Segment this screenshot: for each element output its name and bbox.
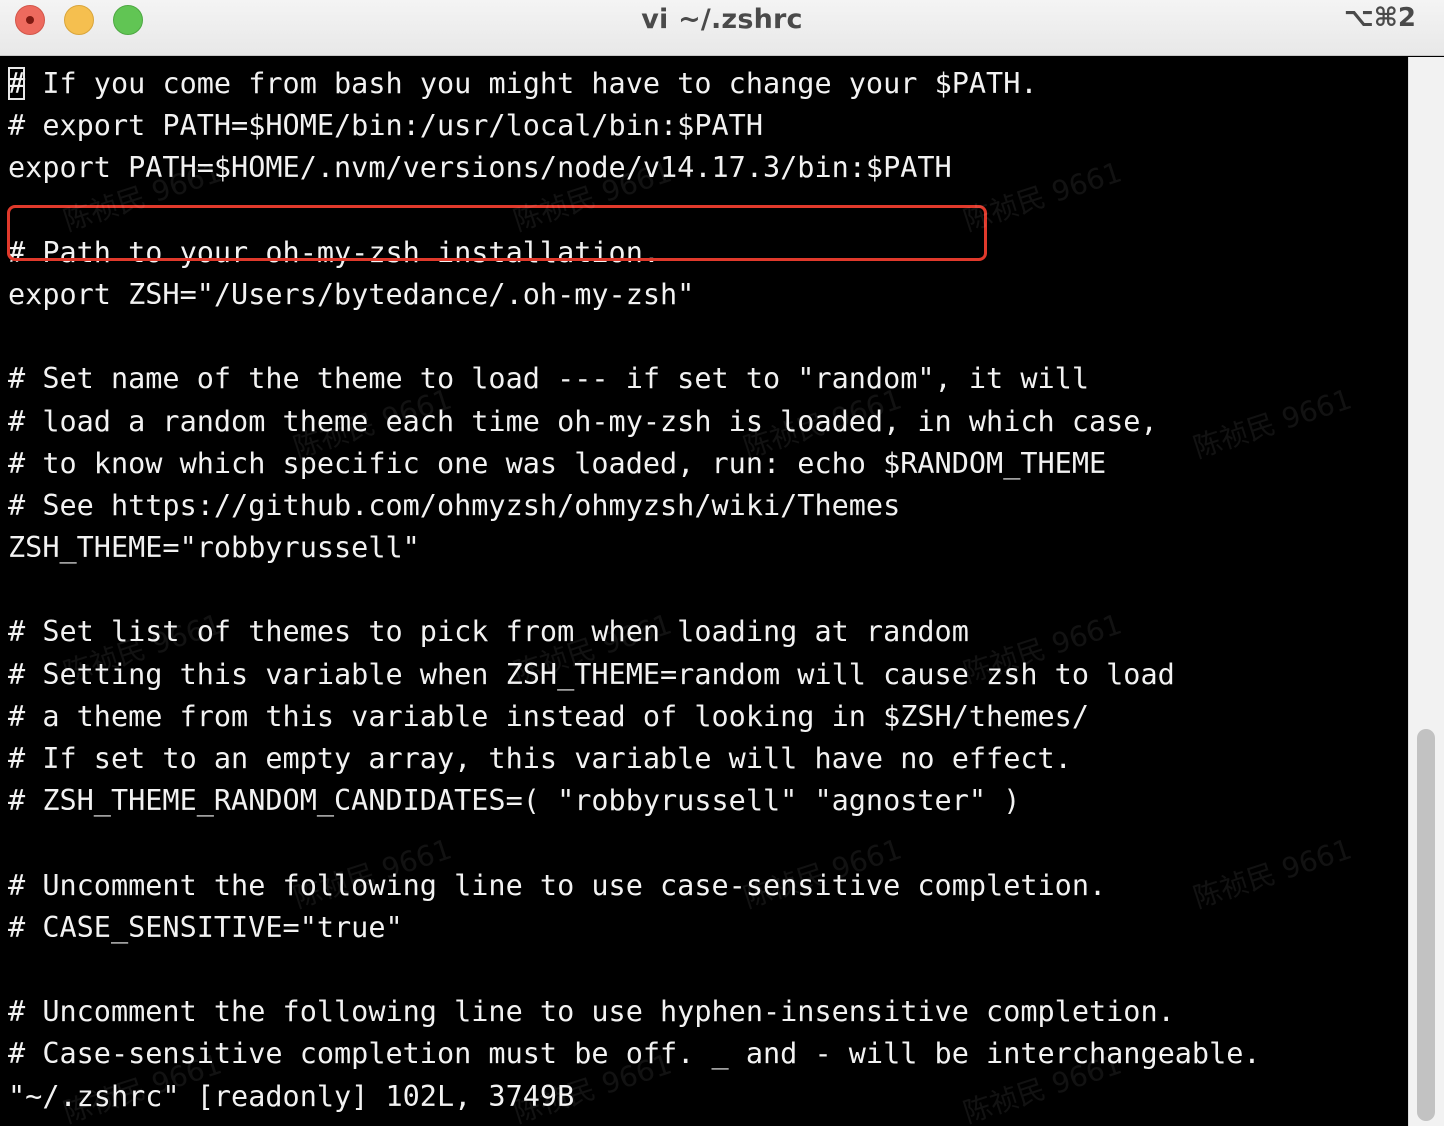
window-title: vi ~/.zshrc bbox=[641, 4, 803, 35]
terminal-window: vi ~/.zshrc ⌥⌘2 # If you come from bash … bbox=[0, 0, 1444, 1126]
editor-line[interactable] bbox=[8, 822, 1261, 864]
editor-buffer[interactable]: # If you come from bash you might have t… bbox=[8, 63, 1261, 1118]
editor-line[interactable]: # ZSH_THEME_RANDOM_CANDIDATES=( "robbyru… bbox=[8, 780, 1261, 822]
editor-line[interactable]: # load a random theme each time oh-my-zs… bbox=[8, 401, 1261, 443]
editor-line[interactable] bbox=[8, 569, 1261, 611]
editor-line[interactable]: # export PATH=$HOME/bin:/usr/local/bin:$… bbox=[8, 105, 1261, 147]
editor-line[interactable]: # Setting this variable when ZSH_THEME=r… bbox=[8, 654, 1261, 696]
vim-editor[interactable]: # If you come from bash you might have t… bbox=[0, 57, 1408, 1126]
editor-line[interactable]: # See https://github.com/ohmyzsh/ohmyzsh… bbox=[8, 485, 1261, 527]
editor-line[interactable]: # CASE_SENSITIVE="true" bbox=[8, 907, 1261, 949]
line-text: If you come from bash you might have to … bbox=[25, 67, 1038, 100]
editor-line[interactable]: # Case-sensitive completion must be off.… bbox=[8, 1033, 1261, 1075]
editor-line[interactable]: ZSH_THEME="robbyrussell" bbox=[8, 527, 1261, 569]
cursor: # bbox=[8, 67, 26, 100]
editor-line[interactable]: # Uncomment the following line to use ca… bbox=[8, 865, 1261, 907]
editor-line[interactable]: # Set list of themes to pick from when l… bbox=[8, 611, 1261, 653]
editor-line[interactable]: # to know which specific one was loaded,… bbox=[8, 443, 1261, 485]
editor-line[interactable]: # Path to your oh-my-zsh installation. bbox=[8, 232, 1261, 274]
vim-status-line: "~/.zshrc" [readonly] 102L, 3749B bbox=[8, 1079, 575, 1113]
editor-line[interactable] bbox=[8, 316, 1261, 358]
scrollbar[interactable] bbox=[1408, 57, 1444, 1126]
editor-line[interactable]: # If set to an empty array, this variabl… bbox=[8, 738, 1261, 780]
editor-line[interactable] bbox=[8, 949, 1261, 991]
title-bar[interactable]: vi ~/.zshrc ⌥⌘2 bbox=[0, 0, 1444, 56]
editor-line[interactable]: # If you come from bash you might have t… bbox=[8, 63, 1261, 105]
editor-line[interactable]: export ZSH="/Users/bytedance/.oh-my-zsh" bbox=[8, 274, 1261, 316]
editor-line[interactable] bbox=[8, 190, 1261, 232]
scrollbar-thumb[interactable] bbox=[1417, 729, 1435, 1121]
editor-line[interactable]: # a theme from this variable instead of … bbox=[8, 696, 1261, 738]
editor-line-highlighted[interactable]: export PATH=$HOME/.nvm/versions/node/v14… bbox=[8, 147, 1261, 189]
window-shortcut: ⌥⌘2 bbox=[1343, 3, 1416, 33]
editor-line[interactable]: # Uncomment the following line to use hy… bbox=[8, 991, 1261, 1033]
editor-line[interactable]: # Set name of the theme to load --- if s… bbox=[8, 358, 1261, 400]
